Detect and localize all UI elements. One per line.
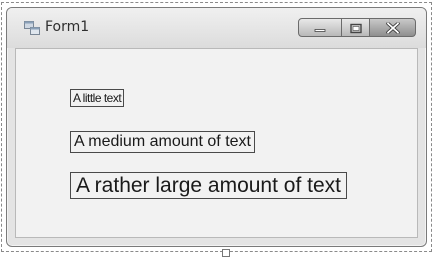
form-window[interactable]: Form1 A little text A medium amount of t…: [6, 7, 427, 247]
maximize-icon: [349, 18, 362, 37]
caption-buttons: [298, 18, 416, 38]
close-icon: [385, 18, 400, 37]
close-button[interactable]: [370, 18, 416, 37]
designer-surface: Form1 A little text A medium amount of t…: [0, 0, 435, 257]
form-icon: [24, 20, 40, 35]
window-title: Form1: [45, 19, 90, 35]
maximize-button[interactable]: [342, 18, 370, 37]
minimize-button[interactable]: [298, 18, 342, 37]
client-area: A little text A medium amount of text A …: [15, 48, 418, 238]
title-bar[interactable]: Form1: [7, 8, 426, 48]
label-large-text[interactable]: A rather large amount of text: [70, 172, 347, 199]
label-medium-text[interactable]: A medium amount of text: [70, 131, 255, 153]
label-little-text[interactable]: A little text: [70, 89, 125, 107]
minimize-icon: [314, 18, 326, 37]
